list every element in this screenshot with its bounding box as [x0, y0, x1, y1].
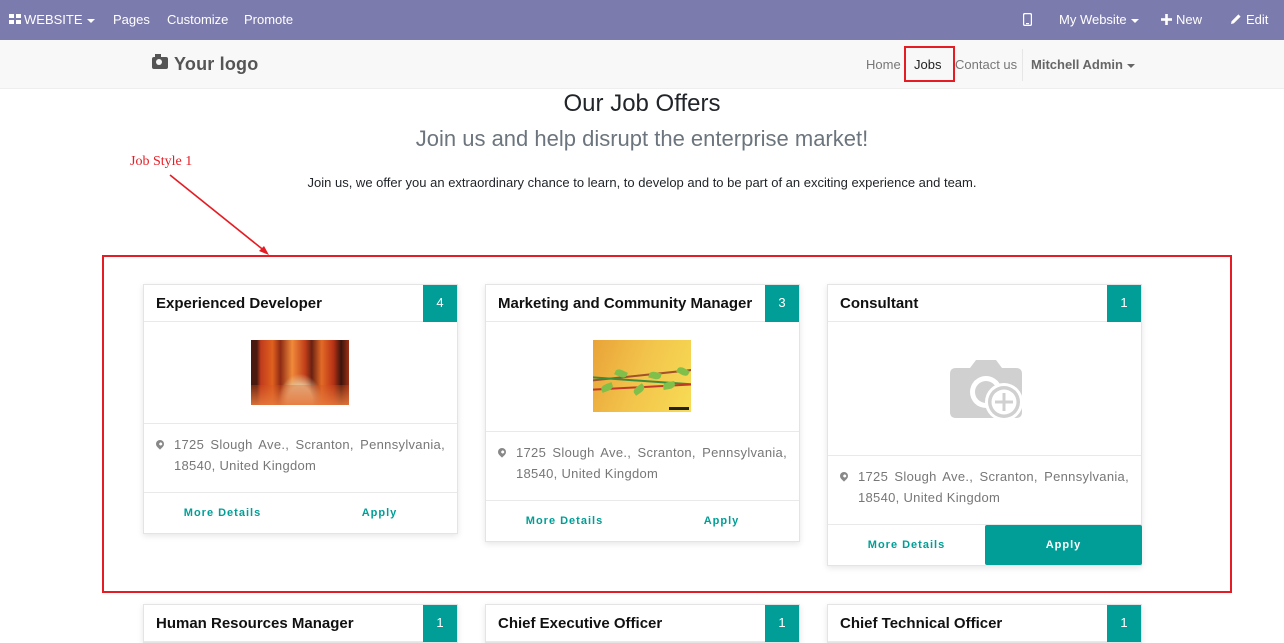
menu-promote[interactable]: Promote	[244, 0, 293, 40]
job-card: Human Resources Manager 1	[143, 604, 458, 643]
job-title[interactable]: Consultant	[840, 295, 918, 312]
nav-home[interactable]: Home	[866, 57, 901, 72]
user-name: Mitchell Admin	[1031, 57, 1123, 72]
website-editor-bar: WEBSITE Pages Customize Promote My Websi…	[0, 0, 1284, 40]
job-address: 1725 Slough Ave., Scranton, Pennsylvania…	[858, 469, 1129, 505]
new-button[interactable]: New	[1161, 0, 1202, 40]
new-label: New	[1176, 12, 1203, 27]
my-website-label: My Website	[1059, 12, 1127, 27]
mobile-icon	[1022, 12, 1033, 27]
apply-button[interactable]: Apply	[985, 525, 1142, 565]
job-title[interactable]: Chief Executive Officer	[498, 615, 662, 632]
chevron-down-icon	[1126, 63, 1135, 68]
job-count-badge: 1	[1107, 605, 1141, 642]
job-card: Marketing and Community Manager 3 1725 S…	[485, 284, 800, 542]
plus-icon	[1161, 14, 1172, 25]
more-details-button[interactable]: More Details	[486, 501, 643, 541]
map-marker-icon	[496, 446, 508, 458]
chevron-down-icon	[1130, 18, 1139, 23]
apply-button[interactable]: Apply	[643, 501, 800, 541]
mobile-preview-button[interactable]	[1022, 0, 1033, 40]
user-menu[interactable]: Mitchell Admin	[1031, 57, 1135, 72]
more-details-button[interactable]: More Details	[144, 493, 301, 533]
job-card: Experienced Developer 4 1725 Slough Ave.…	[143, 284, 458, 534]
job-address: 1725 Slough Ave., Scranton, Pennsylvania…	[516, 445, 787, 481]
menu-pages[interactable]: Pages	[113, 0, 150, 40]
job-address: 1725 Slough Ave., Scranton, Pennsylvania…	[174, 437, 445, 473]
edit-label: Edit	[1246, 12, 1269, 27]
website-menu-label: WEBSITE	[24, 12, 83, 27]
map-marker-icon	[838, 470, 850, 482]
job-card: Chief Technical Officer 1	[827, 604, 1142, 643]
apps-grid-icon	[9, 14, 21, 25]
camera-icon	[152, 54, 168, 69]
my-website-dropdown[interactable]: My Website	[1059, 0, 1139, 40]
annotation-label: Job Style 1	[130, 154, 193, 169]
nav-jobs[interactable]: Jobs	[914, 57, 941, 72]
logo-text: Your logo	[174, 54, 259, 74]
website-menu-button[interactable]: WEBSITE	[9, 0, 95, 40]
green-vine-image	[593, 340, 691, 412]
map-marker-icon	[154, 438, 166, 450]
job-card: Chief Executive Officer 1	[485, 604, 800, 643]
job-count-badge: 4	[423, 285, 457, 322]
edit-button[interactable]: Edit	[1230, 0, 1268, 40]
nav-divider	[1022, 49, 1023, 81]
page-title: Our Job Offers	[563, 90, 721, 117]
menu-customize[interactable]: Customize	[167, 0, 228, 40]
site-header: Your logo Home Jobs Contact us Mitchell …	[0, 40, 1284, 89]
apply-button[interactable]: Apply	[301, 493, 458, 533]
autumn-forest-image	[251, 340, 349, 405]
job-count-badge: 3	[765, 285, 799, 322]
more-details-button[interactable]: More Details	[828, 525, 985, 565]
page-subtitle: Join us and help disrupt the enterprise …	[415, 126, 869, 151]
job-title[interactable]: Experienced Developer	[156, 295, 322, 312]
job-title[interactable]: Chief Technical Officer	[840, 615, 1002, 632]
chevron-down-icon	[86, 18, 95, 23]
job-title[interactable]: Marketing and Community Manager	[498, 295, 752, 312]
job-title[interactable]: Human Resources Manager	[156, 615, 354, 632]
job-card: Consultant 1 1725 Slough Ave., Scranton,…	[827, 284, 1142, 566]
site-logo[interactable]: Your logo	[152, 54, 258, 75]
job-count-badge: 1	[1107, 285, 1141, 322]
camera-placeholder-icon	[950, 360, 1023, 421]
pencil-icon	[1231, 14, 1241, 24]
job-count-badge: 1	[765, 605, 799, 642]
page-lead: Join us, we offer you an extraordinary c…	[307, 175, 977, 190]
job-count-badge: 1	[423, 605, 457, 642]
nav-contact-us[interactable]: Contact us	[955, 57, 1017, 72]
